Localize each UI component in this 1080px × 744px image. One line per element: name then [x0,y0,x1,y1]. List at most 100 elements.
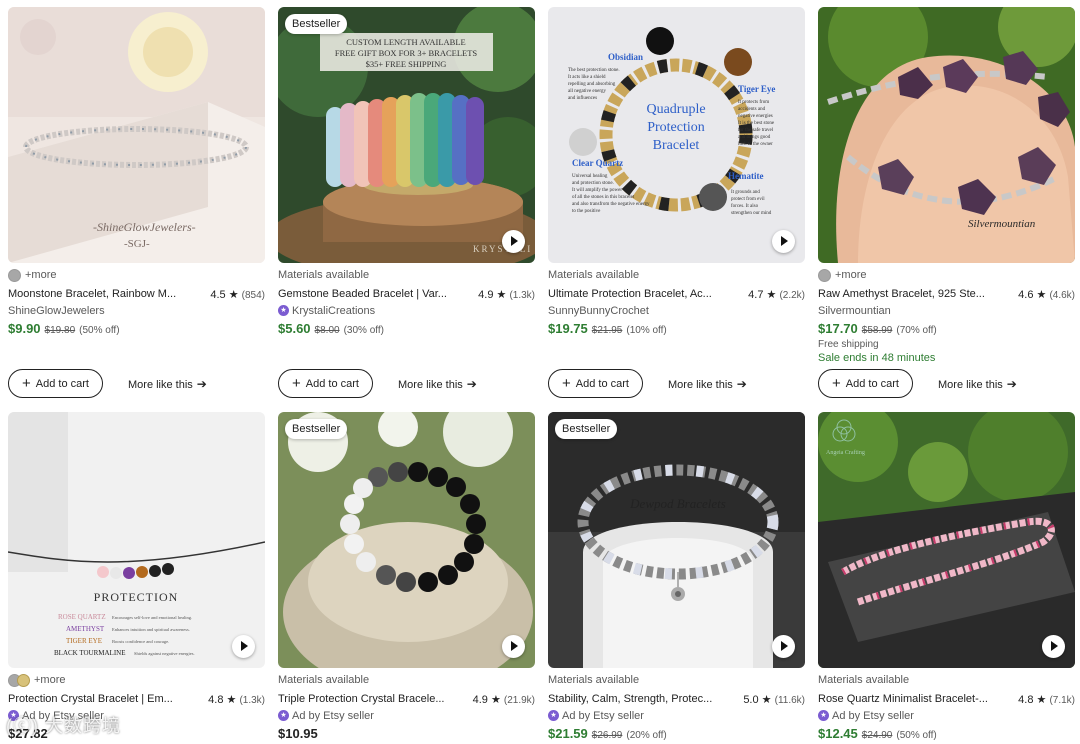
svg-text:all negative energy: all negative energy [568,89,606,94]
listing-image[interactable]: -ShineGlowJewelers- -SGJ- [8,7,265,263]
sale-price: $12.45 [818,726,858,741]
play-icon[interactable] [232,635,255,658]
sale-price: $21.59 [548,726,588,741]
svg-text:for the safe travel: for the safe travel [738,128,774,133]
listing-title[interactable]: Raw Amethyst Bracelet, 925 Ste... [818,288,990,300]
svg-text:FREE GIFT BOX FOR 3+ BRACELETS: FREE GIFT BOX FOR 3+ BRACELETS [335,48,478,58]
bestseller-badge: Bestseller [555,419,618,439]
svg-text:It acts like a shield: It acts like a shield [568,75,606,80]
listing-card[interactable]: PROTECTION ROSE QUARTZ Encourages self-l… [8,412,265,742]
rose-quartz-bracelet-photo: Angeia Crafting [818,412,1075,668]
listing-card[interactable]: -ShineGlowJewelers- -SGJ- +more Moonston… [8,7,265,398]
listing-image[interactable]: PROTECTION ROSE QUARTZ Encourages self-l… [8,412,265,668]
play-icon[interactable] [502,635,525,658]
svg-text:protect from evil: protect from evil [731,197,765,202]
svg-text:CUSTOM LENGTH AVAILABLE: CUSTOM LENGTH AVAILABLE [346,37,465,47]
svg-text:Obsidian: Obsidian [608,52,643,62]
listing-image[interactable]: Dewpod Bracelets Bestseller [548,412,805,668]
ad-seller-label[interactable]: ★ Ad by Etsy seller [548,709,805,722]
seller-name[interactable]: Silvermountian [818,304,1075,317]
play-icon[interactable] [772,230,795,253]
star-seller-icon: ★ [548,710,559,721]
listing-meta: Materials available [548,674,640,686]
sale-price: $5.60 [278,321,311,336]
svg-text:It will amplify the power: It will amplify the power [572,188,622,193]
ad-seller-label[interactable]: ★ Ad by Etsy seller [278,709,535,722]
listing-title[interactable]: Stability, Calm, Strength, Protec... [548,693,720,705]
svg-text:Universal healing: Universal healing [572,174,608,179]
play-icon[interactable] [1042,635,1065,658]
listing-rating: 5.0 ★ (11.6k) [743,694,805,706]
listing-image[interactable]: Silvermountian [818,7,1075,263]
more-like-this-link[interactable]: More like this ➔ [938,377,1017,391]
more-like-this-link[interactable]: More like this ➔ [128,377,207,391]
listing-card[interactable]: Angeia Crafting Materials available Rose… [818,412,1075,742]
arrow-right-icon: ➔ [1006,377,1017,391]
listing-rating: 4.7 ★ (2.2k) [748,289,805,301]
star-icon: ★ [1036,694,1047,706]
seller-name[interactable]: ★ KrystaliCreations [278,304,535,317]
play-icon[interactable] [772,635,795,658]
svg-text:Shields against negative energ: Shields against negative energies. [134,651,195,656]
listing-title[interactable]: Triple Protection Crystal Bracele... [278,693,450,705]
color-swatch [8,268,21,282]
listing-image[interactable]: CUSTOM LENGTH AVAILABLE FREE GIFT BOX FO… [278,7,535,263]
listing-card[interactable]: Silvermountian +more Raw Amethyst Bracel… [818,7,1075,398]
listing-rating: 4.8 ★ (7.1k) [1018,694,1075,706]
play-icon[interactable] [502,230,525,253]
listing-title[interactable]: Gemstone Beaded Bracelet | Var... [278,288,450,300]
add-to-cart-button[interactable]: + Add to cart [278,369,373,398]
svg-text:It protects from: It protects from [738,100,769,105]
listing-title[interactable]: Protection Crystal Bracelet | Em... [8,693,180,705]
listing-rating: 4.5 ★ (854) [210,289,265,301]
more-like-this-link[interactable]: More like this ➔ [398,377,477,391]
svg-text:Angeia Crafting: Angeia Crafting [826,449,865,456]
svg-text:forces. It also: forces. It also [731,204,759,209]
plus-icon: + [292,374,301,392]
bestseller-badge: Bestseller [285,419,348,439]
seller-name[interactable]: ShineGlowJewelers [8,304,265,317]
add-to-cart-button[interactable]: + Add to cart [548,369,643,398]
sale-ends-label: Sale ends in 48 minutes [818,352,936,364]
star-icon: ★ [490,694,501,706]
original-price: $24.90 [861,730,893,741]
listing-image[interactable]: Bestseller [278,412,535,668]
add-to-cart-button[interactable]: + Add to cart [8,369,103,398]
listing-card[interactable]: Dewpod Bracelets Bestseller Materials av… [548,412,805,742]
plus-icon: + [22,374,31,392]
color-swatch [818,268,831,282]
sale-price: $17.70 [818,321,858,336]
original-price: $21.95 [591,325,623,336]
listing-title[interactable]: Ultimate Protection Bracelet, Ac... [548,288,720,300]
listing-rating: 4.9 ★ (21.9k) [472,694,535,706]
triple-protection-bracelet-photo [278,412,535,668]
listing-card[interactable]: CUSTOM LENGTH AVAILABLE FREE GIFT BOX FO… [278,7,535,398]
svg-text:-SGJ-: -SGJ- [124,238,150,250]
listing-title[interactable]: Moonstone Bracelet, Rainbow M... [8,288,180,300]
price-line: $12.45 $24.90 (50% off) [818,726,1075,742]
listing-image[interactable]: Angeia Crafting [818,412,1075,668]
gemstone-bracelets-photo: CUSTOM LENGTH AVAILABLE FREE GIFT BOX FO… [278,7,535,263]
listing-card[interactable]: Quadruple Protection Bracelet Obsidian T… [548,7,805,398]
listing-meta: Materials available [548,269,640,281]
listing-meta: Materials available [278,674,370,686]
amethyst-bracelet-photo: Silvermountian [818,7,1075,263]
svg-text:Dewpod Bracelets: Dewpod Bracelets [629,496,726,511]
original-price: $58.99 [861,325,893,336]
listing-title[interactable]: Rose Quartz Minimalist Bracelet-... [818,693,990,705]
add-to-cart-button[interactable]: + Add to cart [818,369,913,398]
star-icon: ★ [496,289,507,301]
listing-image[interactable]: Quadruple Protection Bracelet Obsidian T… [548,7,805,263]
listing-card[interactable]: Bestseller Materials available Triple Pr… [278,412,535,742]
ad-seller-label[interactable]: ★ Ad by Etsy seller [818,709,1075,722]
listing-meta: Materials available [278,269,370,281]
listing-meta: +more [34,674,66,686]
price-line: $17.70 $58.99 (70% off) [818,321,1075,337]
more-like-this-link[interactable]: More like this ➔ [668,377,747,391]
seller-name[interactable]: SunnyBunnyCrochet [548,304,805,317]
listing-rating: 4.8 ★ (1.3k) [208,694,265,706]
watermark: (ⓒ) 大数跨境 [6,716,121,736]
original-price: $26.99 [591,730,623,741]
svg-text:Encourages self-love and emoti: Encourages self-love and emotional heali… [112,615,192,620]
color-swatch [17,673,30,687]
